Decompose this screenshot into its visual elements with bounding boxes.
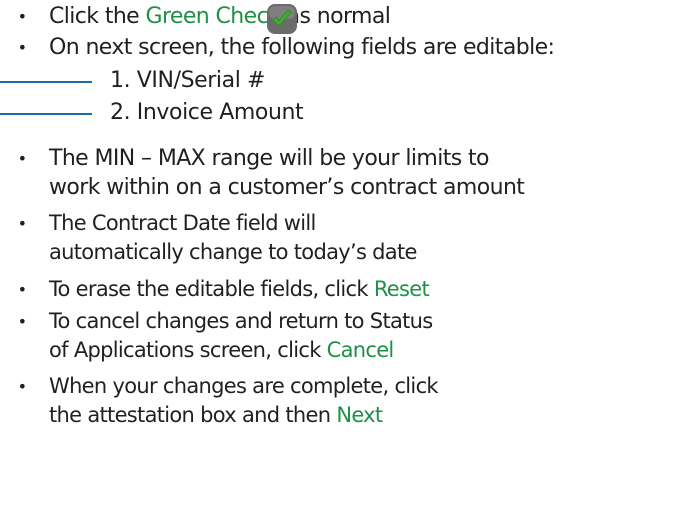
bullet-marker: • xyxy=(17,149,27,168)
field-pointer-line xyxy=(0,81,92,83)
bullet-marker: • xyxy=(17,280,27,299)
bullet-line: To cancel changes and return to Status xyxy=(49,309,433,333)
cancel-keyword: Cancel xyxy=(326,338,395,362)
bullet-line: of Applications screen, click Cancel xyxy=(49,336,433,365)
line-pre: To erase the editable fields, click xyxy=(49,277,374,301)
bullet-marker: • xyxy=(17,7,27,26)
line-pre: of Applications screen, click xyxy=(49,338,327,362)
field-pointer-line xyxy=(0,113,92,115)
bullet-text: The Contract Date field will automatical… xyxy=(49,209,417,267)
bullet-text: To erase the editable fields, click Rese… xyxy=(49,275,430,304)
bullet-line: work within on a customer’s contract amo… xyxy=(49,175,525,200)
green-check-icon xyxy=(267,4,297,34)
bullet-marker: • xyxy=(17,38,27,57)
bullet-line: the attestation box and then Next xyxy=(49,401,438,430)
line-pre: Click the xyxy=(49,4,146,29)
bullet-line: automatically change to today’s date xyxy=(49,240,417,264)
bullet-line: On next screen, the following fields are… xyxy=(49,33,555,62)
bullet-text: When your changes are complete, click th… xyxy=(49,372,439,430)
bullet-text: On next screen, the following fields are… xyxy=(49,33,555,62)
editable-field-vin: 1. VIN/Serial # xyxy=(110,68,266,93)
line-pre: the attestation box and then xyxy=(49,403,337,427)
slide: • Click the Green Check as normal • On n… xyxy=(0,0,683,510)
bullet-line: The MIN – MAX range will be your limits … xyxy=(49,146,490,171)
bullet-text: Click the Green Check as normal xyxy=(49,2,391,31)
bullet-marker: • xyxy=(17,214,27,233)
bullet-marker: • xyxy=(17,312,27,331)
bullet-text: To cancel changes and return to Status o… xyxy=(49,307,433,365)
bullet-marker: • xyxy=(17,377,27,396)
bullet-line: When your changes are complete, click xyxy=(49,374,439,398)
bullet-line: The Contract Date field will xyxy=(49,211,316,235)
bullet-line: Click the Green Check as normal xyxy=(49,2,391,31)
bullet-text: The MIN – MAX range will be your limits … xyxy=(49,144,525,202)
editable-field-invoice: 2. Invoice Amount xyxy=(110,100,304,125)
line-pre: On next screen, the following fields are… xyxy=(49,35,555,60)
bullet-line: To erase the editable fields, click Rese… xyxy=(49,275,430,304)
reset-keyword: Reset xyxy=(373,277,430,301)
green-check-keyword: Green Check xyxy=(145,4,281,29)
next-keyword: Next xyxy=(336,403,383,427)
